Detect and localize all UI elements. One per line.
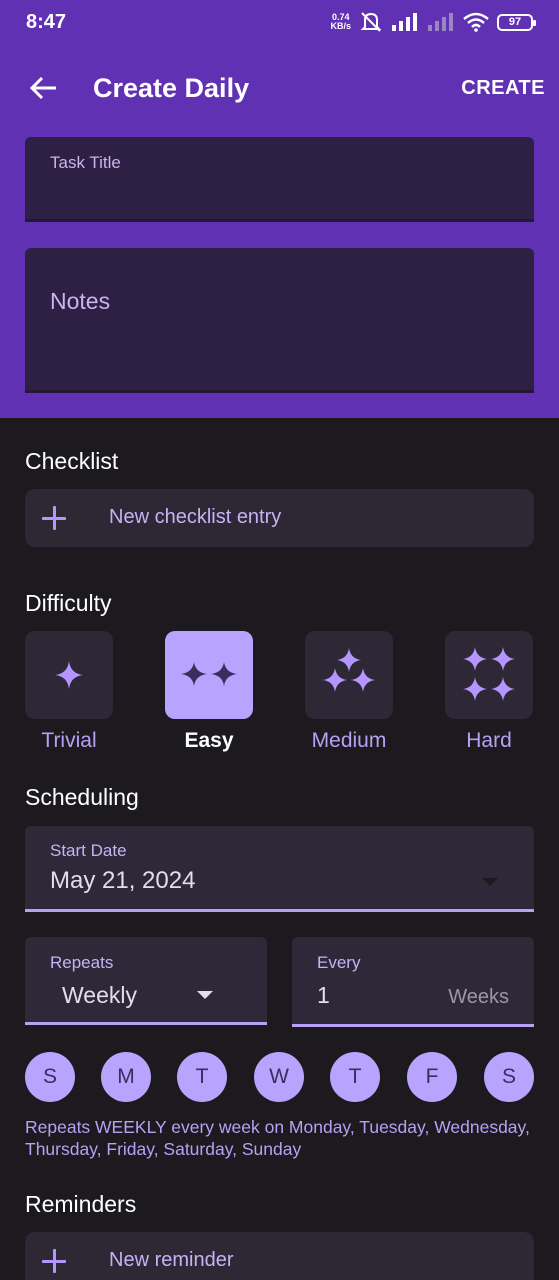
repeat-summary: Repeats WEEKLY every week on Monday, Tue… — [25, 1117, 530, 1159]
repeats-value: Weekly — [62, 982, 137, 1008]
difficulty-trivial-button[interactable] — [25, 631, 113, 719]
plus-icon — [42, 1249, 66, 1273]
difficulty-easy-label: Easy — [184, 729, 234, 752]
day-sunday-toggle[interactable]: S — [25, 1052, 75, 1102]
scheduling-title: Scheduling — [25, 784, 139, 810]
muted-bell-icon — [360, 12, 382, 32]
difficulty-medium-button[interactable] — [305, 631, 393, 719]
start-date-label: Start Date — [50, 841, 127, 860]
every-value: 1 — [317, 982, 330, 1008]
new-reminder-label: New reminder — [109, 1249, 234, 1271]
create-button[interactable]: CREATE — [461, 77, 545, 100]
difficulty-easy-button[interactable] — [165, 631, 253, 719]
signal-icon — [392, 13, 417, 31]
signal-off-icon — [428, 13, 453, 31]
every-label: Every — [317, 953, 361, 972]
difficulty-hard-button[interactable] — [445, 631, 533, 719]
app-bar: Create Daily CREATE — [0, 58, 559, 118]
status-bar: 8:47 0.74 KB/s 97 — [0, 0, 559, 44]
header-area: 8:47 0.74 KB/s 97 Create Daily CREATE Ta… — [0, 0, 559, 418]
chevron-down-icon — [482, 878, 498, 886]
reminders-title: Reminders — [25, 1191, 137, 1217]
start-date-field[interactable]: Start Date May 21, 2024 — [25, 826, 534, 912]
status-time: 8:47 — [26, 10, 67, 33]
checklist-title: Checklist — [25, 448, 119, 474]
difficulty-trivial-label: Trivial — [41, 729, 97, 752]
three-stars-icon — [323, 648, 375, 692]
network-speed-unit: KB/s — [330, 21, 351, 31]
new-checklist-entry-label: New checklist entry — [109, 506, 282, 528]
task-title-label: Task Title — [50, 153, 121, 172]
weekday-selector: S M T W T F S — [25, 1052, 534, 1102]
day-saturday-toggle[interactable]: S — [484, 1052, 534, 1102]
two-stars-icon — [181, 662, 237, 686]
status-icons: 0.74 KB/s 97 — [330, 11, 536, 33]
difficulty-title: Difficulty — [25, 590, 112, 616]
plus-icon — [42, 506, 66, 530]
difficulty-medium-label: Medium — [311, 729, 387, 752]
notes-placeholder: Notes — [50, 288, 111, 314]
task-title-input[interactable]: Task Title — [25, 137, 534, 222]
difficulty-hard-label: Hard — [466, 729, 512, 752]
new-checklist-entry-button[interactable]: New checklist entry — [25, 489, 534, 547]
every-unit: Weeks — [448, 986, 509, 1008]
network-speed: 0.74 KB/s — [330, 13, 351, 31]
one-star-icon — [55, 661, 83, 689]
back-arrow-icon[interactable] — [28, 72, 60, 104]
new-reminder-button[interactable]: New reminder — [25, 1232, 534, 1280]
repeats-dropdown[interactable]: Repeats Weekly — [25, 937, 267, 1025]
wifi-icon — [463, 12, 489, 32]
notes-input[interactable]: Notes — [25, 248, 534, 393]
day-tuesday-toggle[interactable]: T — [177, 1052, 227, 1102]
chevron-down-icon — [197, 991, 213, 999]
day-friday-toggle[interactable]: F — [407, 1052, 457, 1102]
page-title: Create Daily — [93, 73, 250, 103]
day-thursday-toggle[interactable]: T — [330, 1052, 380, 1102]
four-stars-icon — [463, 647, 515, 701]
day-monday-toggle[interactable]: M — [101, 1052, 151, 1102]
battery-icon: 97 — [497, 13, 536, 31]
every-input[interactable]: Every 1 Weeks — [292, 937, 534, 1027]
start-date-value: May 21, 2024 — [50, 867, 196, 894]
day-wednesday-toggle[interactable]: W — [254, 1052, 304, 1102]
repeats-label: Repeats — [50, 953, 114, 972]
